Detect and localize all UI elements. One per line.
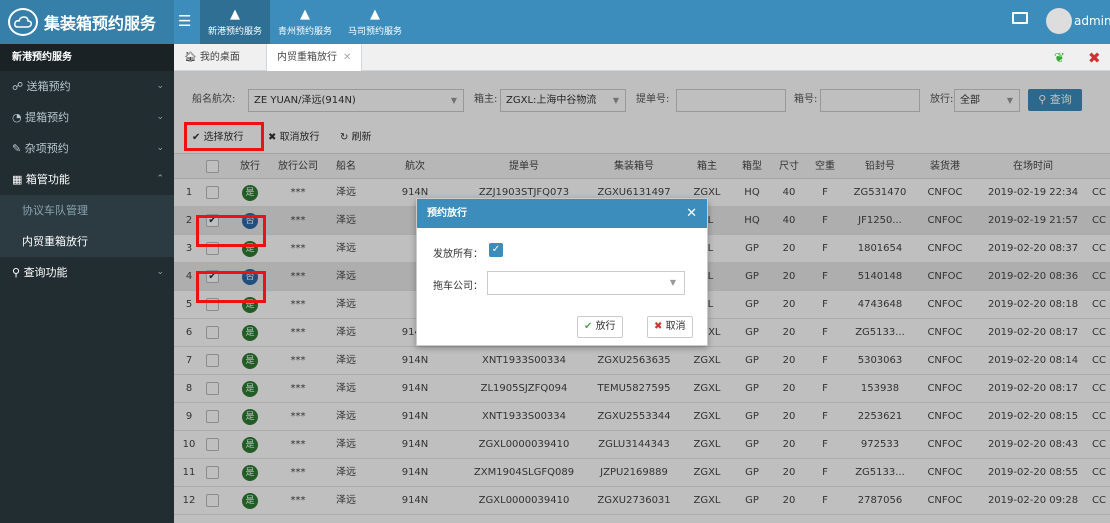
user-name[interactable]: admin xyxy=(1074,14,1110,28)
chevron-down-icon: ⌄ xyxy=(156,81,164,91)
building-icon: ▲ xyxy=(370,6,380,22)
building-icon: ▲ xyxy=(300,6,310,22)
dialog-title: 预约放行 xyxy=(427,208,467,219)
sidebar-item-domestic-release[interactable]: 内贸重箱放行 xyxy=(0,226,174,257)
pie-icon: ◔ xyxy=(12,111,26,124)
building-icon: ▲ xyxy=(230,6,240,22)
edit-icon: ✎ xyxy=(12,142,25,155)
sidebar-item-label: 箱管功能 xyxy=(25,173,70,186)
check-icon: ✔ xyxy=(584,321,596,332)
topnav-label: 青州预约服务 xyxy=(277,26,332,37)
topnav-label: 新港预约服务 xyxy=(207,26,262,37)
topnav-label: 马司预约服务 xyxy=(347,26,402,37)
tow-company-select[interactable]: ▼ xyxy=(487,271,685,295)
tab-bar: 🏠︎ 我的桌面 内贸重箱放行 ✕ xyxy=(174,44,1110,71)
sidebar-item-query[interactable]: ⚲ 查询功能 ⌄ xyxy=(0,257,174,288)
sidebar: 新港预约服务 ☍ 送箱预约 ⌄ ◔ 提箱预约 ⌄ ✎ 杂项预约 ⌄ ▦ 箱管功能… xyxy=(0,44,174,523)
sidebar-item-fleet[interactable]: 协议车队管理 xyxy=(0,195,174,226)
cancel-button[interactable]: ✖ 取消 xyxy=(647,316,693,338)
tow-company-label: 拖车公司： xyxy=(433,281,483,292)
dialog-header: 预约放行 ✕ xyxy=(417,199,707,228)
grid-icon: ▦ xyxy=(12,173,26,186)
leaf-icon[interactable]: ❦ xyxy=(1054,51,1065,66)
highlight-row-2 xyxy=(196,215,266,247)
chevron-down-icon: ⌄ xyxy=(156,267,164,277)
release-all-checkbox[interactable]: ✓ xyxy=(489,243,503,257)
x-icon: ✖ xyxy=(654,321,666,332)
cancel-label: 取消 xyxy=(665,321,686,332)
close-icon[interactable]: ✕ xyxy=(343,52,351,63)
menu-toggle-icon[interactable]: ☰ xyxy=(178,12,191,30)
close-icon[interactable]: ✕ xyxy=(686,199,697,228)
sidebar-item-misc[interactable]: ✎ 杂项预约 ⌄ xyxy=(0,133,174,164)
share-icon: ☍ xyxy=(12,80,27,93)
search-icon: ⚲ xyxy=(12,266,24,279)
topnav-qingzhou[interactable]: ▲ 青州预约服务 xyxy=(270,0,340,44)
tab-desktop[interactable]: 🏠︎ 我的桌面 xyxy=(174,44,250,71)
sidebar-item-label: 提箱预约 xyxy=(25,111,70,124)
topnav-masi[interactable]: ▲ 马司预约服务 xyxy=(340,0,410,44)
tab-label: 内贸重箱放行 xyxy=(277,52,337,63)
sidebar-item-label: 送箱预约 xyxy=(26,80,71,93)
tab-label: 我的桌面 xyxy=(199,52,240,63)
sidebar-item-label: 杂项预约 xyxy=(24,142,69,155)
sidebar-item-pickup[interactable]: ◔ 提箱预约 ⌄ xyxy=(0,102,174,133)
chevron-down-icon: ▼ xyxy=(669,278,676,287)
sidebar-item-label: 查询功能 xyxy=(23,266,68,279)
cloud-icon xyxy=(8,8,38,36)
highlight-select-release xyxy=(184,122,264,151)
logo[interactable]: 集装箱预约服务 xyxy=(0,0,174,44)
chevron-down-icon: ⌄ xyxy=(156,112,164,122)
highlight-row-4 xyxy=(196,271,266,303)
home-icon: 🏠︎ xyxy=(184,52,200,63)
app-title: 集装箱预约服务 xyxy=(44,14,157,33)
ok-label: 放行 xyxy=(595,321,616,332)
release-all-label: 发放所有： xyxy=(433,249,483,260)
close-all-icon[interactable]: ✖ xyxy=(1088,49,1101,67)
avatar[interactable] xyxy=(1046,8,1072,34)
release-ok-button[interactable]: ✔ 放行 xyxy=(577,316,623,338)
sidebar-title: 新港预约服务 xyxy=(0,44,174,71)
topnav-xingang[interactable]: ▲ 新港预约服务 xyxy=(200,0,270,44)
top-bar: 集装箱预约服务 ☰ ▲ 新港预约服务 ▲ 青州预约服务 ▲ 马司预约服务 adm… xyxy=(0,0,1110,44)
chevron-down-icon: ⌄ xyxy=(156,143,164,153)
chevron-up-icon: ⌃ xyxy=(156,174,164,184)
sidebar-item-send[interactable]: ☍ 送箱预约 ⌄ xyxy=(0,71,174,102)
release-dialog: 预约放行 ✕ 发放所有： ✓ 拖车公司： ▼ ✔ 放行 ✖ 取消 xyxy=(416,198,708,346)
monitor-icon[interactable] xyxy=(1012,12,1028,24)
tab-domestic-release[interactable]: 内贸重箱放行 ✕ xyxy=(266,44,363,71)
sidebar-item-box-management[interactable]: ▦ 箱管功能 ⌃ xyxy=(0,164,174,195)
